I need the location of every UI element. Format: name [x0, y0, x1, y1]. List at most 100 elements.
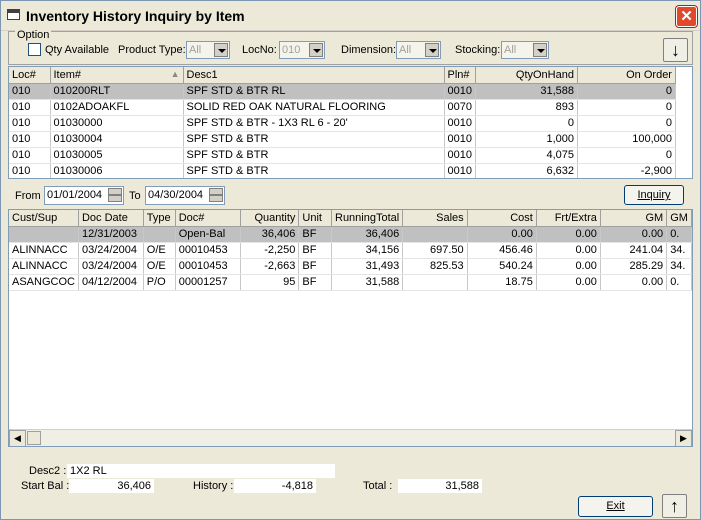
to-date-spinner[interactable]	[209, 188, 223, 203]
chevron-down-icon[interactable]	[309, 43, 323, 57]
from-date-spinner[interactable]	[108, 188, 122, 203]
close-button[interactable]: ✕	[676, 6, 697, 27]
col-header-qtyonhand[interactable]: QtyOnHand	[475, 67, 578, 84]
to-date-picker[interactable]: 04/30/2004	[145, 186, 225, 205]
history-row[interactable]: 12/31/2003 Open-Bal 36,406 BF 36,406 0.00 0.00…	[9, 226, 692, 243]
empty-cell	[402, 370, 468, 387]
chevron-down-icon[interactable]	[214, 43, 228, 57]
col-header-unit[interactable]: Unit	[298, 210, 332, 227]
empty-cell	[600, 322, 668, 339]
empty-cell	[402, 386, 468, 403]
scroll-thumb[interactable]	[27, 431, 41, 445]
empty-cell	[536, 290, 601, 307]
empty-cell	[240, 354, 300, 371]
items-table: Loc# Item# ▲ Desc1 Pln# QtyOnHand On Orde…	[9, 67, 676, 178]
col-header-running-total[interactable]: RunningTotal	[331, 210, 404, 227]
scroll-left-icon[interactable]: ◀	[9, 430, 26, 446]
empty-cell	[331, 322, 404, 339]
empty-cell	[402, 306, 468, 323]
empty-cell	[9, 306, 79, 323]
items-row[interactable]: 010 01030005 SPF STD & BTR 0010 4,075 0	[9, 147, 676, 164]
items-row[interactable]: 010 01030000 SPF STD & BTR - 1X3 RL 6 - 20…	[9, 115, 676, 132]
empty-cell	[78, 306, 144, 323]
cell-pln: 0070	[444, 99, 476, 116]
empty-cell	[666, 290, 692, 307]
items-row[interactable]: 010 01030004 SPF STD & BTR 0010 1,000 100,000	[9, 131, 676, 148]
locno-select[interactable]: 010	[279, 41, 325, 59]
cell-sales: 825.53	[402, 258, 468, 275]
inquiry-button[interactable]: Inquiry	[624, 185, 684, 205]
product-type-select[interactable]: All	[186, 41, 230, 59]
empty-row	[9, 338, 692, 355]
main-window: Inventory History Inquiry by Item ✕ Opti…	[0, 0, 701, 520]
col-header-frt-extra[interactable]: Frt/Extra	[536, 210, 601, 227]
spin-up-icon[interactable]	[209, 188, 223, 195]
inquiry-button-label: Inquiry	[637, 189, 671, 201]
qty-available-checkbox[interactable]	[28, 43, 41, 56]
cell-loc: 010	[9, 163, 51, 178]
items-row[interactable]: 010 010200RLT SPF STD & BTR RL 0010 31,588 0	[9, 83, 676, 100]
cell-pln: 0010	[444, 147, 476, 164]
col-header-desc1[interactable]: Desc1	[183, 67, 445, 84]
history-row[interactable]: ALINNACC 03/24/2004 O/E 00010453 -2,250 BF 34,…	[9, 242, 692, 259]
empty-cell	[143, 402, 176, 419]
cell-qtyonhand: 31,588	[475, 83, 578, 100]
sort-ascending-icon: ▲	[170, 68, 180, 79]
empty-cell	[402, 322, 468, 339]
stocking-select[interactable]: All	[501, 41, 549, 59]
history-row[interactable]: ALINNACC 03/24/2004 O/E 00010453 -2,663 BF 31,…	[9, 258, 692, 275]
chevron-down-icon[interactable]	[425, 43, 439, 57]
chevron-down-icon[interactable]	[533, 43, 547, 57]
empty-cell	[666, 386, 692, 403]
col-header-item[interactable]: Item# ▲	[50, 67, 184, 84]
arrow-up-button[interactable]: ↑	[662, 494, 687, 518]
spin-up-icon[interactable]	[108, 188, 122, 195]
empty-cell	[467, 402, 537, 419]
empty-cell	[467, 338, 537, 355]
col-header-doc-date[interactable]: Doc Date	[78, 210, 144, 227]
start-bal-label: Start Bal :	[21, 480, 70, 492]
empty-cell	[240, 402, 300, 419]
cell-qtyonhand: 0	[475, 115, 578, 132]
scroll-right-icon[interactable]: ▶	[675, 430, 692, 446]
col-header-loc[interactable]: Loc#	[9, 67, 51, 84]
col-header-pln[interactable]: Pln#	[444, 67, 476, 84]
product-type-label: Product Type:	[118, 44, 186, 56]
cell-desc1: SPF STD & BTR RL	[183, 83, 445, 100]
exit-button[interactable]: Exit	[578, 496, 653, 517]
items-grid[interactable]: Loc# Item# ▲ Desc1 Pln# QtyOnHand On Orde…	[8, 66, 693, 179]
col-header-quantity[interactable]: Quantity	[240, 210, 300, 227]
empty-cell	[9, 338, 79, 355]
empty-cell	[143, 290, 176, 307]
col-header-cost[interactable]: Cost	[467, 210, 537, 227]
arrow-down-button[interactable]: ↓	[663, 38, 688, 62]
empty-cell	[536, 306, 601, 323]
col-header-sales[interactable]: Sales	[402, 210, 468, 227]
col-header-gm-pct[interactable]: GM	[666, 210, 692, 227]
cell-item: 0102ADOAKFL	[50, 99, 184, 116]
spin-down-icon[interactable]	[209, 195, 223, 202]
empty-cell	[331, 370, 404, 387]
history-row[interactable]: ASANGCOC 04/12/2004 P/O 00001257 95 BF 31,588 1…	[9, 274, 692, 291]
cell-pln: 0010	[444, 131, 476, 148]
items-row[interactable]: 010 0102ADOAKFL SOLID RED OAK NATURAL FLOO…	[9, 99, 676, 116]
col-header-gm[interactable]: GM	[600, 210, 668, 227]
history-field: -4,818	[234, 479, 316, 493]
empty-cell	[467, 370, 537, 387]
cell-unit: BF	[298, 274, 332, 291]
cell-pln: 0010	[444, 163, 476, 178]
dimension-select[interactable]: All	[396, 41, 441, 59]
col-header-doc-no[interactable]: Doc#	[175, 210, 242, 227]
history-grid[interactable]: Cust/Sup Doc Date Type Doc# Quantity Unit Runn…	[8, 209, 693, 447]
cell-gm-pct: 34.	[666, 242, 692, 259]
col-header-type[interactable]: Type	[143, 210, 176, 227]
col-header-onorder[interactable]: On Order	[577, 67, 676, 84]
col-header-cust-sup[interactable]: Cust/Sup	[9, 210, 79, 227]
from-date-picker[interactable]: 01/01/2004	[44, 186, 124, 205]
empty-cell	[331, 290, 404, 307]
horizontal-scrollbar[interactable]: ◀ ▶	[9, 429, 692, 446]
items-row[interactable]: 010 01030006 SPF STD & BTR 0010 6,632 -2,900	[9, 163, 676, 178]
empty-row	[9, 306, 692, 323]
cell-cost: 0.00	[467, 226, 537, 243]
spin-down-icon[interactable]	[108, 195, 122, 202]
